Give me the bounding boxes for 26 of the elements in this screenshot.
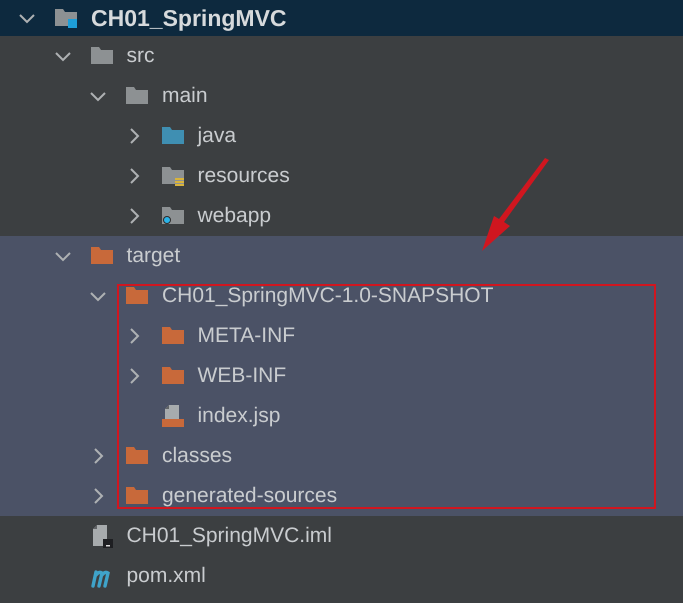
- tree-item-label: java: [198, 123, 236, 150]
- tree-item-label: CH01_SpringMVC.iml: [126, 523, 332, 550]
- tree-item-label: generated-sources: [162, 483, 338, 510]
- tree-row[interactable]: META-INF: [0, 316, 683, 356]
- tree-item-label: main: [162, 83, 208, 110]
- tree-item-label: index.jsp: [198, 403, 280, 430]
- tree-item-label: META-INF: [198, 323, 296, 350]
- tree-item-label: src: [126, 43, 154, 70]
- tree-row[interactable]: CH01_SpringMVC: [0, 0, 683, 36]
- tree-row[interactable]: WEB-INF: [0, 356, 683, 396]
- tree-item-label: resources: [198, 163, 290, 190]
- tree-item-label: pom.xml: [126, 563, 206, 590]
- tree-item-label: classes: [162, 443, 232, 470]
- tree-item-label: target: [126, 243, 180, 270]
- tree-item-label: CH01_SpringMVC: [91, 4, 287, 33]
- tree-item-label: webapp: [198, 203, 272, 230]
- tree-row[interactable]: index.jsp: [0, 396, 683, 436]
- tree-row[interactable]: target: [0, 236, 683, 276]
- tree-item-label: CH01_SpringMVC-1.0-SNAPSHOT: [162, 283, 494, 310]
- module-folder-icon: [54, 6, 78, 30]
- tree-item-label: WEB-INF: [198, 363, 286, 390]
- tree-row[interactable]: CH01_SpringMVC-1.0-SNAPSHOT: [0, 276, 683, 316]
- resources-folder-icon: [160, 164, 184, 188]
- jsp-file-icon: [160, 404, 184, 428]
- tree-row[interactable]: classes: [0, 436, 683, 476]
- tree-row[interactable]: generated-sources: [0, 476, 683, 516]
